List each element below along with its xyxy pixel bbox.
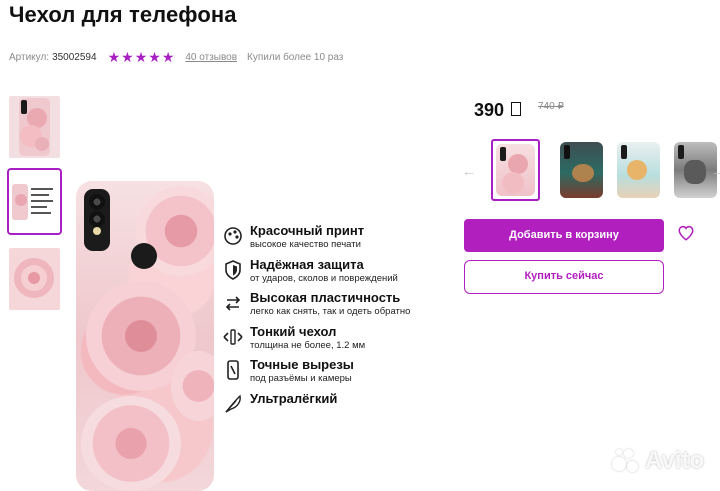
phone-case-image	[76, 181, 214, 491]
feature-title: Точные вырезы	[250, 357, 354, 372]
buy-now-button[interactable]: Купить сейчас	[464, 260, 664, 294]
variant-image	[560, 142, 603, 198]
article-value: 35002594	[52, 51, 97, 63]
feature-item: Ультралёгкий	[222, 391, 442, 425]
feature-item: Точные вырезы под разъёмы и камеры	[222, 357, 442, 391]
phone-case-features-thumb-image	[9, 170, 60, 233]
bought-count: Купили более 10 раз	[247, 51, 344, 63]
thin-case-icon	[223, 328, 243, 345]
avito-watermark-text: Avito	[645, 447, 705, 474]
feature-title: Надёжная защита	[250, 256, 364, 272]
feature-item: Высокая пластичность легко как снять, та…	[222, 290, 442, 324]
arrow-right-icon[interactable]: →	[711, 163, 720, 179]
variant-pink-roses[interactable]	[491, 139, 540, 201]
camera-cutout	[84, 189, 110, 251]
price: 390	[474, 100, 505, 120]
feature-title: Красочный принт	[250, 223, 365, 238]
gallery-thumb-1[interactable]	[9, 96, 60, 158]
star-icon: ★	[121, 49, 134, 65]
currency-icon	[511, 102, 521, 116]
features-list: Красочный принт высокое качество печати …	[222, 223, 442, 424]
feature-subtitle: под разъёмы и камеры	[250, 373, 352, 384]
avito-logo-icon	[612, 449, 642, 473]
variant-image	[617, 142, 660, 198]
star-icon: ★	[148, 49, 161, 65]
feature-title: Высокая пластичность	[250, 290, 401, 305]
feature-subtitle: толщина не более, 1.2 мм	[250, 339, 366, 351]
gallery-thumb-3[interactable]	[9, 248, 60, 310]
variant-dark-landscape[interactable]	[557, 139, 606, 201]
fingerprint-cutout	[131, 243, 157, 269]
rating-stars: ★ ★ ★ ★ ★	[108, 50, 176, 64]
feature-subtitle: высокое качество печати	[250, 239, 361, 250]
gallery-thumb-2[interactable]	[7, 168, 62, 235]
arrow-left-icon[interactable]: ←	[462, 163, 476, 179]
cutout-icon	[227, 360, 239, 380]
camera-lens	[89, 194, 105, 210]
article-label: Артикул:	[9, 51, 50, 63]
camera-lens	[89, 211, 105, 227]
feature-item: Надёжная защита от ударов, сколов и повр…	[222, 257, 442, 291]
rose-closeup-thumb-image	[9, 248, 60, 310]
heart-icon[interactable]	[677, 224, 695, 242]
reviews-link[interactable]: 40 отзывов	[185, 52, 237, 63]
page-title: Чехол для телефона	[9, 2, 237, 27]
avito-watermark: Avito	[612, 447, 704, 475]
feature-title: Тонкий чехол	[250, 323, 337, 339]
old-price: 740 ₽	[538, 101, 564, 112]
variant-light-blue[interactable]	[614, 139, 663, 201]
main-product-image	[76, 181, 214, 491]
feature-item: Красочный принт высокое качество печати	[222, 223, 442, 257]
feature-subtitle: легко как снять, так и одеть обратно	[250, 306, 411, 317]
flash	[93, 227, 101, 235]
star-icon: ★	[161, 49, 175, 65]
feature-item: Тонкий чехол толщина не более, 1.2 мм	[222, 324, 442, 358]
add-to-cart-button[interactable]: Добавить в корзину	[464, 219, 664, 252]
shield-icon	[225, 259, 241, 280]
phone-case-thumb-image	[9, 96, 60, 158]
product-meta: Артикул: 35002594 ★ ★ ★ ★ ★ 40 отзывов К…	[9, 50, 343, 64]
feather-icon	[225, 394, 241, 413]
flex-arrows-icon	[225, 296, 241, 311]
paint-icon	[224, 227, 242, 245]
variant-image	[496, 144, 535, 196]
star-icon: ★	[134, 49, 148, 65]
feature-subtitle: от ударов, сколов и повреждений	[250, 272, 398, 284]
star-icon: ★	[107, 49, 121, 65]
feature-title: Ультралёгкий	[250, 390, 338, 406]
